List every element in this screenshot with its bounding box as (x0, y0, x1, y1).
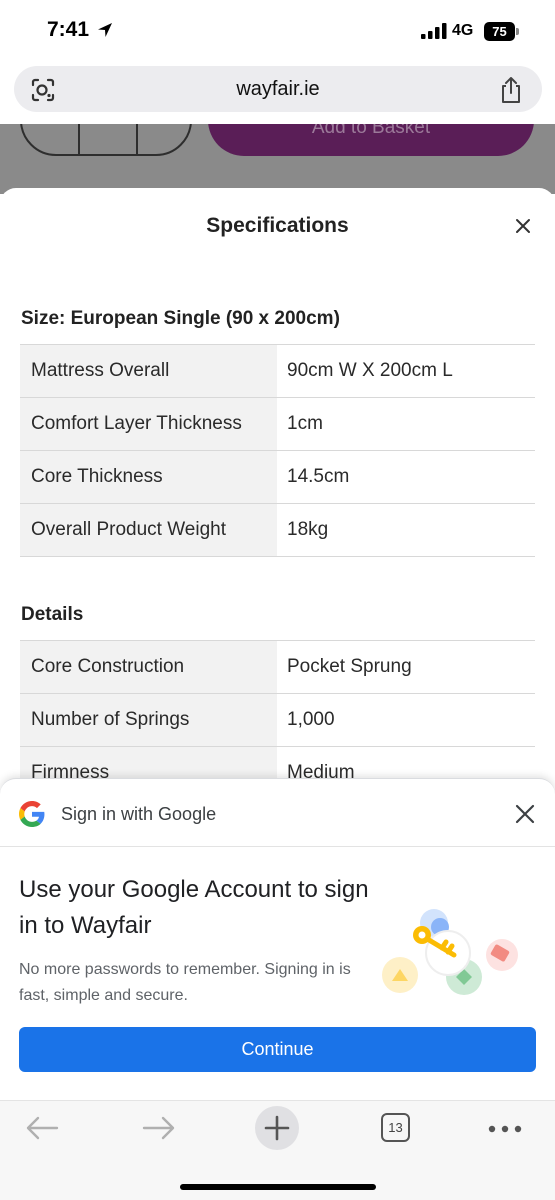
spec-value: 1,000 (277, 693, 535, 747)
spec-key: Core Construction (20, 640, 277, 694)
specifications-sheet: Specifications Size: European Single (90… (0, 188, 555, 788)
location-arrow-icon (98, 23, 112, 37)
battery-level: 75 (484, 22, 515, 41)
tab-switcher-button[interactable]: 13 (381, 1113, 410, 1142)
spec-key: Number of Springs (20, 693, 277, 747)
table-row: Core Thickness 14.5cm (20, 450, 535, 504)
spec-value: 14.5cm (277, 450, 535, 504)
home-indicator[interactable] (180, 1184, 376, 1190)
divider (0, 846, 555, 847)
signin-header: Sign in with Google (61, 804, 217, 824)
signin-title: Use your Google Account to sign in to Wa… (19, 876, 369, 939)
passkey-illustration (382, 909, 518, 995)
battery-icon: 75 (484, 22, 520, 41)
table-row: Mattress Overall 90cm W X 200cm L (20, 344, 535, 398)
continue-button[interactable]: Continue (19, 1027, 536, 1072)
spec-value: Pocket Sprung (277, 640, 535, 694)
spec-value: 90cm W X 200cm L (277, 344, 535, 398)
share-icon[interactable] (498, 76, 524, 104)
spec-key: Core Thickness (20, 450, 277, 504)
signin-subtitle: No more passwords to remember. Signing i… (19, 961, 351, 1004)
network-type: 4G (452, 22, 474, 39)
size-heading: Size: European Single (90 x 200cm) (21, 308, 340, 329)
plus-icon (264, 1115, 290, 1141)
table-row: Core Construction Pocket Sprung (20, 640, 535, 694)
google-logo-icon (19, 801, 45, 827)
page-backdrop: Add to Basket (0, 124, 555, 194)
details-heading: Details (21, 604, 84, 625)
table-row: Overall Product Weight 18kg (20, 503, 535, 557)
table-row: Comfort Layer Thickness 1cm (20, 397, 535, 451)
spec-key: Mattress Overall (20, 344, 277, 398)
cellular-signal-icon (421, 23, 447, 39)
url-domain[interactable]: wayfair.ie (14, 78, 542, 101)
spec-key: Overall Product Weight (20, 503, 277, 557)
add-to-basket-button[interactable]: Add to Basket (208, 124, 534, 156)
spec-value: 18kg (277, 503, 535, 557)
spec-value: 1cm (277, 397, 535, 451)
spec-key: Comfort Layer Thickness (20, 397, 277, 451)
details-spec-table: Core Construction Pocket Sprung Number o… (20, 640, 535, 788)
quantity-stepper[interactable] (20, 124, 192, 156)
address-bar[interactable]: wayfair.ie (14, 66, 542, 112)
status-time: 7:41 (47, 18, 90, 41)
sheet-title: Specifications (206, 214, 349, 237)
new-tab-button[interactable] (255, 1106, 299, 1150)
more-options-icon[interactable] (488, 1125, 522, 1133)
close-icon[interactable] (514, 803, 536, 825)
status-bar: 7:41 4G 75 (0, 0, 555, 62)
table-row: Number of Springs 1,000 (20, 693, 535, 747)
close-icon[interactable] (512, 215, 534, 237)
size-spec-table: Mattress Overall 90cm W X 200cm L Comfor… (20, 344, 535, 557)
google-signin-panel: Sign in with Google Use your Google Acco… (0, 778, 555, 1108)
back-arrow-icon[interactable] (25, 1116, 59, 1140)
forward-arrow-icon[interactable] (142, 1116, 176, 1140)
